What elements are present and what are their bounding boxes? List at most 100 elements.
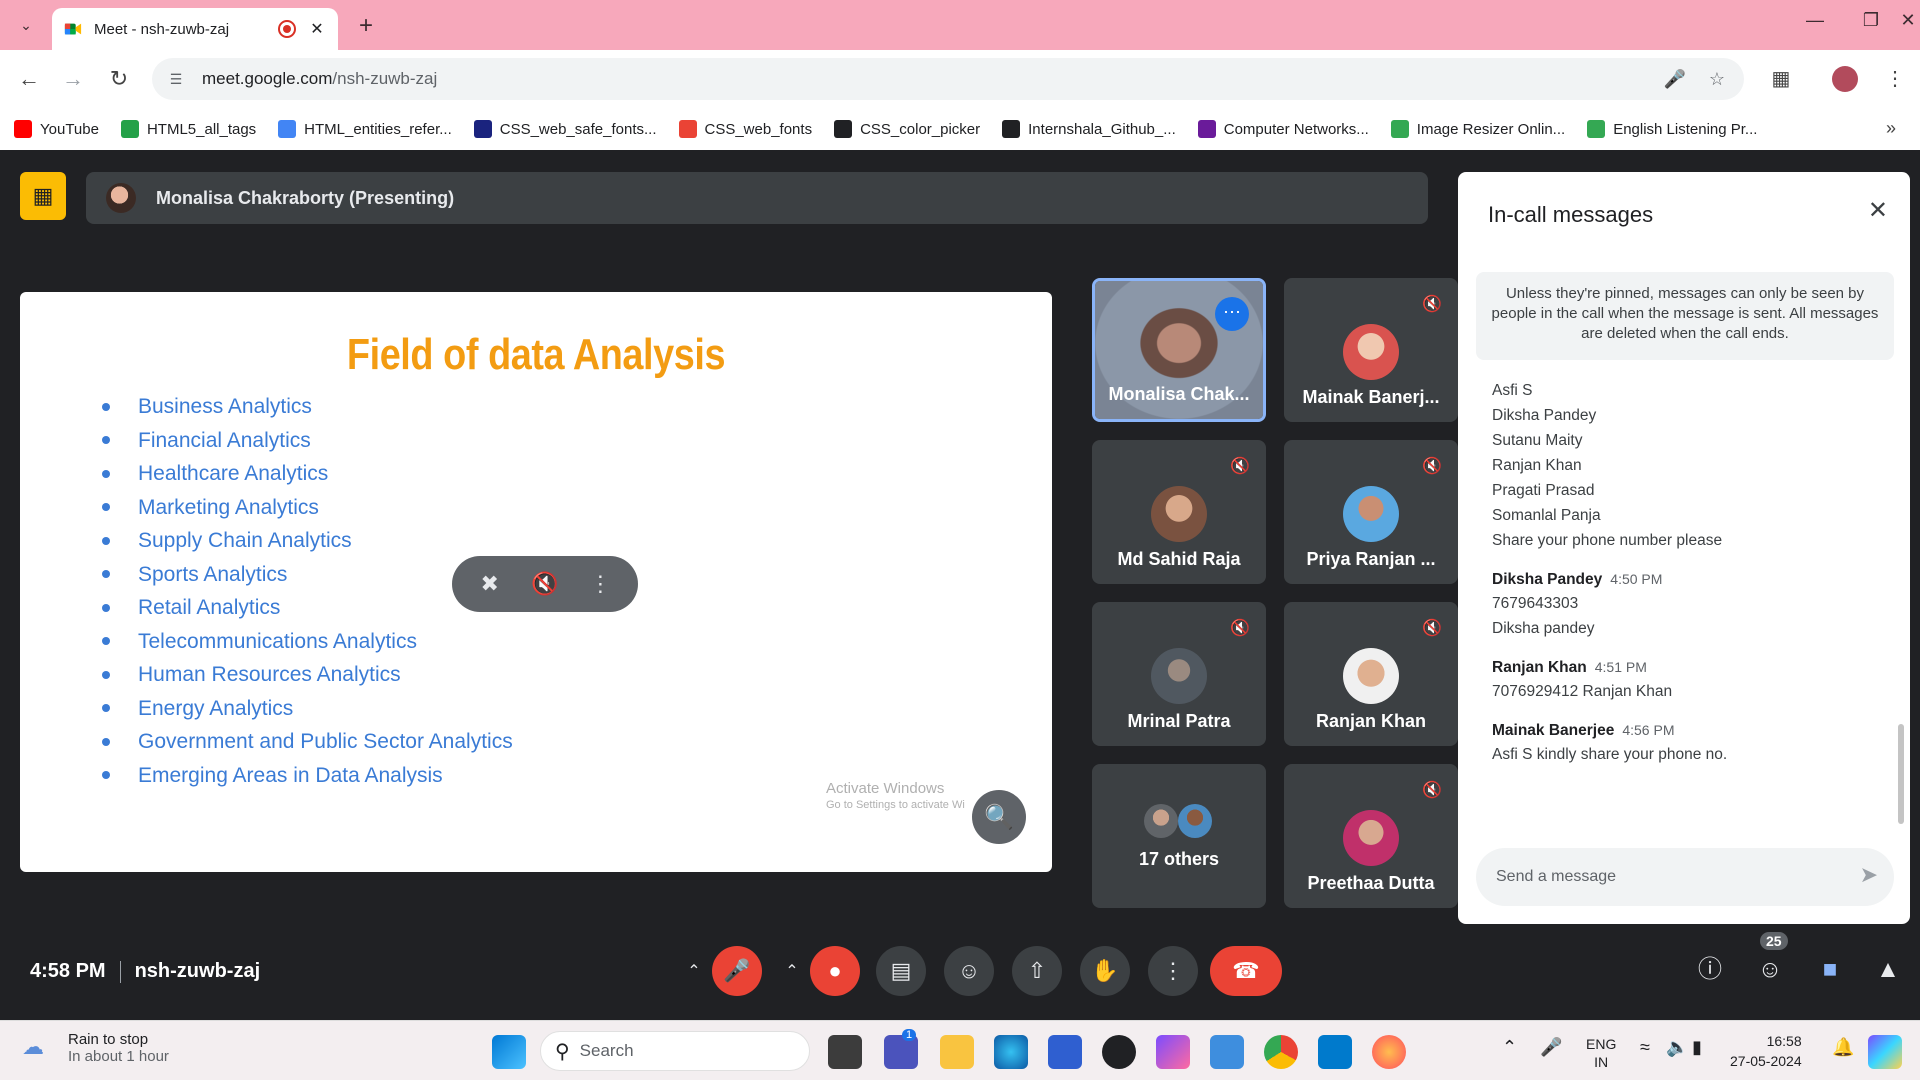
site-info-icon[interactable]: ☰ xyxy=(166,69,186,89)
more-options-icon[interactable]: ⋯ xyxy=(1215,297,1249,331)
bookmark-item[interactable]: Image Resizer Onlin... xyxy=(1390,120,1565,138)
more-options-icon[interactable]: ⋮ xyxy=(582,571,618,597)
search-label: Search xyxy=(579,1041,634,1060)
bookmark-item[interactable]: YouTube xyxy=(14,120,99,138)
send-icon[interactable]: ➤ xyxy=(1860,862,1878,888)
browser-tab[interactable]: Meet - nsh-zuwb-zaj ✕ xyxy=(52,8,338,50)
address-bar[interactable]: ☰ meet.google.com/nsh-zuwb-zaj 🎤 ☆ xyxy=(152,58,1744,100)
microphone-icon[interactable]: 🎤 xyxy=(1660,69,1690,90)
show-hidden-icons-chevron-icon[interactable]: ⌃ xyxy=(1502,1037,1517,1058)
presentation-slide: Field of data Analysis Business Analytic… xyxy=(20,292,1052,872)
camera-off-button[interactable]: ● xyxy=(810,946,860,996)
weather-subtitle: In about 1 hour xyxy=(68,1048,169,1065)
more-options-button[interactable]: ⋮ xyxy=(1148,946,1198,996)
tray-microphone-icon[interactable]: 🎤 xyxy=(1540,1037,1562,1058)
taskbar-search[interactable]: ⚲ Search xyxy=(540,1031,810,1071)
present-screen-button[interactable]: ⇧ xyxy=(1012,946,1062,996)
bookmark-favicon-icon xyxy=(278,120,297,138)
chat-scrollbar[interactable] xyxy=(1898,724,1904,824)
people-icon[interactable]: ☺ xyxy=(1750,950,1790,990)
bookmark-item[interactable]: Internshala_Github_... xyxy=(1002,120,1176,138)
chat-message-line: Pragati Prasad xyxy=(1492,482,1595,499)
back-icon[interactable]: ← xyxy=(14,64,44,94)
restore-window-icon[interactable]: ❐ xyxy=(1856,10,1886,31)
slide-bullet-text: Supply Chain Analytics xyxy=(138,529,352,552)
mute-audio-icon[interactable]: 🔇 xyxy=(527,571,563,597)
weather-icon: ☁ xyxy=(22,1034,44,1059)
bookmark-label: English Listening Pr... xyxy=(1613,120,1758,138)
volume-icon[interactable]: 🔈 xyxy=(1666,1037,1688,1058)
slide-bullet-text: Government and Public Sector Analytics xyxy=(138,730,513,753)
close-window-icon[interactable]: ✕ xyxy=(1896,10,1920,31)
chat-panel: In-call messages ✕ Unless they're pinned… xyxy=(1458,172,1910,924)
bookmark-item[interactable]: CSS_color_picker xyxy=(834,120,980,138)
chat-icon[interactable]: ■ xyxy=(1810,950,1850,990)
store-icon[interactable] xyxy=(1048,1035,1082,1069)
reload-icon[interactable]: ↻ xyxy=(104,64,134,94)
bookmark-item[interactable]: HTML5_all_tags xyxy=(120,120,256,138)
browser-menu-icon[interactable]: ⋮ xyxy=(1880,64,1910,94)
meeting-details-icon[interactable]: ⓘ xyxy=(1690,950,1730,990)
bookmark-item[interactable]: Computer Networks... xyxy=(1197,120,1369,138)
microphone-off-button[interactable]: 🎤 xyxy=(712,946,762,996)
leave-call-button[interactable]: ☎ xyxy=(1210,946,1282,996)
windows-start-icon[interactable] xyxy=(492,1035,526,1069)
vscode-icon[interactable] xyxy=(1318,1035,1352,1069)
bookmark-item[interactable]: CSS_web_safe_fonts... xyxy=(473,120,657,138)
profile-avatar[interactable] xyxy=(1830,64,1860,94)
participant-tile[interactable]: ⋯ Monalisa Chak... xyxy=(1092,278,1266,422)
battery-icon[interactable]: ▮ xyxy=(1692,1037,1702,1058)
extensions-icon[interactable]: ▦ xyxy=(1766,64,1796,94)
firefox-icon[interactable] xyxy=(1372,1035,1406,1069)
file-explorer-icon[interactable] xyxy=(940,1035,974,1069)
tab-search-chevron-icon[interactable]: ⌄ xyxy=(12,12,40,38)
participant-tile[interactable]: 🔇 Priya Ranjan ... xyxy=(1284,440,1458,584)
presentation-icon[interactable]: ▦ xyxy=(20,172,66,220)
zoom-icon[interactable]: 🔍 xyxy=(972,790,1026,844)
screen-app-icon[interactable] xyxy=(1210,1035,1244,1069)
message-input[interactable]: Send a message ➤ xyxy=(1476,848,1894,906)
close-chat-icon[interactable]: ✕ xyxy=(1868,196,1888,225)
notifications-icon[interactable]: 🔔 xyxy=(1832,1037,1854,1058)
chat-message-line: Asfi S xyxy=(1492,382,1533,399)
teams-badge: 1 xyxy=(902,1029,917,1041)
bookmark-star-icon[interactable]: ☆ xyxy=(1702,69,1732,90)
bullet-icon xyxy=(102,670,110,679)
bookmark-item[interactable]: English Listening Pr... xyxy=(1587,120,1757,138)
participant-name: Preethaa Dutta xyxy=(1307,873,1435,893)
copilot-tray-icon[interactable] xyxy=(1868,1035,1902,1069)
weather-widget[interactable]: ☁ Rain to stop In about 1 hour xyxy=(22,1031,169,1065)
others-tile[interactable]: 17 others xyxy=(1092,764,1266,908)
participant-tile[interactable]: 🔇 Mrinal Patra xyxy=(1092,602,1266,746)
bookmark-item[interactable]: CSS_web_fonts xyxy=(678,120,812,138)
chat-message-line: Ranjan Khan xyxy=(1492,457,1582,474)
unpin-icon[interactable]: ✖ xyxy=(472,571,508,597)
forward-icon[interactable]: → xyxy=(58,64,88,94)
participant-tile[interactable]: 🔇 Mainak Banerj... xyxy=(1284,278,1458,422)
edge-icon[interactable] xyxy=(994,1035,1028,1069)
wifi-icon[interactable]: ≈ xyxy=(1640,1037,1650,1058)
bookmark-item[interactable]: HTML_entities_refer... xyxy=(278,120,452,138)
chrome-icon[interactable] xyxy=(1264,1035,1298,1069)
captions-button[interactable]: ▤ xyxy=(876,946,926,996)
close-tab-icon[interactable]: ✕ xyxy=(308,19,326,39)
language-indicator[interactable]: ENG IN xyxy=(1586,1035,1616,1071)
new-tab-button[interactable]: + xyxy=(352,12,380,40)
minimize-window-icon[interactable]: — xyxy=(1800,10,1830,31)
participant-tile[interactable]: 🔇 Md Sahid Raja xyxy=(1092,440,1266,584)
participant-tile[interactable]: 🔇 Preethaa Dutta xyxy=(1284,764,1458,908)
video-settings-chevron-icon[interactable]: ⌃ xyxy=(774,946,810,996)
copilot-icon[interactable] xyxy=(1156,1035,1190,1069)
raise-hand-button[interactable]: ✋ xyxy=(1080,946,1130,996)
audio-settings-chevron-icon[interactable]: ⌃ xyxy=(676,946,712,996)
more-bookmarks-icon[interactable]: » xyxy=(1886,118,1896,139)
activities-icon[interactable]: ▲ xyxy=(1868,950,1908,990)
presenter-bar[interactable]: Monalisa Chakraborty (Presenting) xyxy=(86,172,1428,224)
dell-icon[interactable] xyxy=(1102,1035,1136,1069)
chat-message-header: Ranjan Khan 4:51 PM xyxy=(1492,655,1882,679)
reactions-button[interactable]: ☺ xyxy=(944,946,994,996)
task-view-icon[interactable] xyxy=(828,1035,862,1069)
participant-tile[interactable]: 🔇 Ranjan Khan xyxy=(1284,602,1458,746)
slide-bullet-item: Human Resources Analytics xyxy=(78,658,513,692)
system-clock[interactable]: 16:58 27-05-2024 xyxy=(1730,1031,1802,1071)
